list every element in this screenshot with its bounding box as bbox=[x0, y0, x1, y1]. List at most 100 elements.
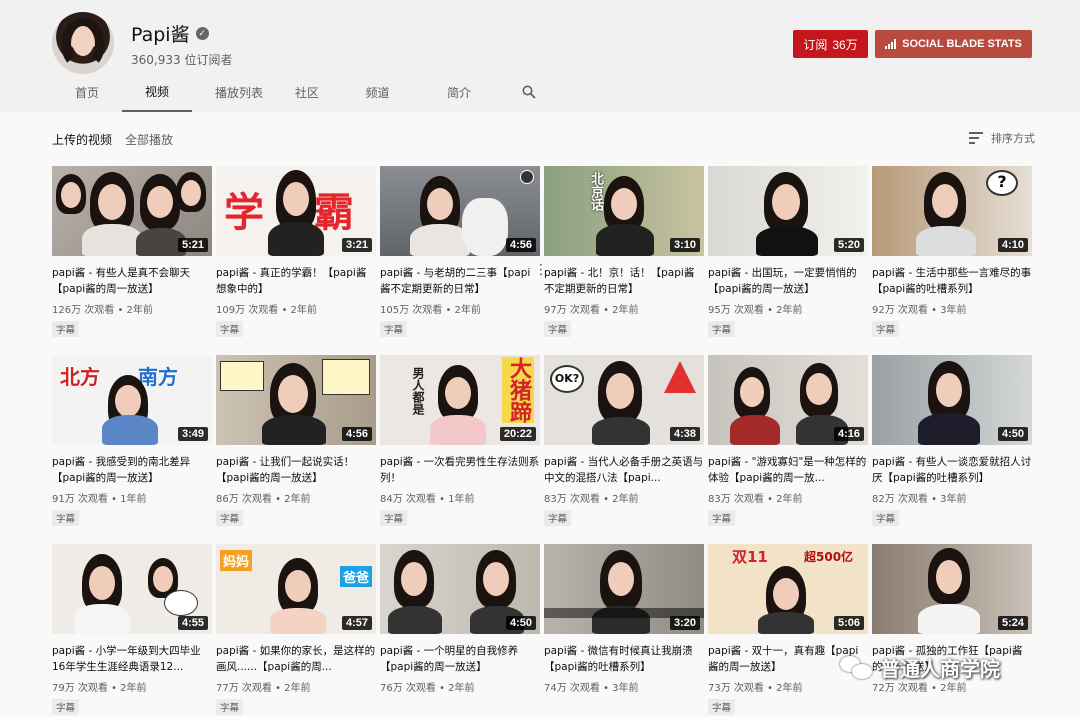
video-title[interactable]: papi酱 - 有些人一谈恋爱就招人讨厌【papi酱的吐槽系列】 bbox=[872, 454, 1032, 486]
video-thumbnail[interactable]: 北京话 3:10 bbox=[544, 166, 704, 256]
video-meta: 84万 次观看 • 1年前 bbox=[380, 494, 475, 505]
bar-chart-icon bbox=[885, 39, 897, 49]
video-title[interactable]: papi酱 - 一次看完男性生存法则系列！ bbox=[380, 454, 540, 486]
video-card[interactable]: OK? 4:38 papi酱 - 当代人必备手册之英语与中文的混搭八法【papi… bbox=[544, 355, 704, 526]
video-thumbnail[interactable]: 4:50 bbox=[872, 355, 1032, 445]
video-meta: 92万 次观看 • 3年前 bbox=[872, 305, 967, 316]
thumbnail-caption: 超500亿 bbox=[804, 550, 854, 564]
play-all-link[interactable]: 全部播放 bbox=[125, 131, 173, 148]
video-thumbnail[interactable]: 妈妈 爸爸 4:57 bbox=[216, 544, 376, 634]
video-card[interactable]: 4:56 papi酱 - 让我们一起说实话！【papi酱的周一放送】 86万 次… bbox=[216, 355, 376, 526]
video-duration: 4:16 bbox=[833, 427, 864, 441]
tab-community[interactable]: 社区 bbox=[286, 72, 328, 112]
thumbnail-caption: 双11 bbox=[732, 548, 768, 566]
video-title[interactable]: papi酱 - 让我们一起说实话！【papi酱的周一放送】 bbox=[216, 454, 376, 486]
video-card[interactable]: 男人都是 大猪蹄 20:22 papi酱 - 一次看完男性生存法则系列！ 84万… bbox=[380, 355, 540, 526]
video-thumbnail[interactable]: ? 4:10 bbox=[872, 166, 1032, 256]
video-card[interactable]: 北京话 3:10 papi酱 - 北！京！话！【papi酱不定期更新的日常】 9… bbox=[544, 166, 704, 337]
video-thumbnail[interactable]: 北方 南方 3:49 bbox=[52, 355, 212, 445]
video-thumbnail[interactable]: 4:55 bbox=[52, 544, 212, 634]
upload-age: 2年前 bbox=[284, 494, 311, 505]
video-title[interactable]: papi酱 - 真正的学霸！【papi酱想象中的】 bbox=[216, 265, 376, 297]
video-title[interactable]: papi酱 - 我感受到的南北差异【papi酱的周一放送】 bbox=[52, 454, 212, 486]
video-thumbnail[interactable]: 男人都是 大猪蹄 20:22 bbox=[380, 355, 540, 445]
video-card[interactable]: 双11 超500亿 5:06 papi酱 - 双十一，真有趣【papi酱的周一放… bbox=[708, 544, 868, 715]
upload-age: 2年前 bbox=[126, 305, 153, 316]
video-thumbnail[interactable]: 4:56 bbox=[380, 166, 540, 256]
caption-badge: 字幕 bbox=[872, 510, 900, 526]
video-title[interactable]: papi酱 - 微信有时候真让我崩溃【papi酱的吐槽系列】 bbox=[544, 643, 704, 675]
caption-badge: 字幕 bbox=[708, 699, 736, 715]
view-count: 79万 次观看 bbox=[52, 683, 108, 694]
thumbnail-caption: 大猪蹄 bbox=[502, 357, 534, 423]
video-title[interactable]: papi酱 - 当代人必备手册之英语与中文的混搭八法【papi... bbox=[544, 454, 704, 486]
caption-badge: 字幕 bbox=[216, 321, 244, 337]
thumbnail-caption: 妈妈 bbox=[220, 550, 253, 571]
video-duration: 5:21 bbox=[177, 238, 208, 252]
video-thumbnail[interactable]: 5:24 bbox=[872, 544, 1032, 634]
video-thumbnail[interactable]: 4:16 bbox=[708, 355, 868, 445]
video-title[interactable]: papi酱 - 生活中那些一言难尽的事【papi酱的吐槽系列】 bbox=[872, 265, 1032, 297]
video-duration: 4:38 bbox=[669, 427, 700, 441]
video-title[interactable]: papi酱 - 一个明星的自我修养【papi酱的周一放送】 bbox=[380, 643, 540, 675]
tab-home[interactable]: 首页 bbox=[52, 72, 122, 112]
upload-age: 1年前 bbox=[120, 494, 147, 505]
caption-badge: 字幕 bbox=[708, 321, 736, 337]
video-meta: 79万 次观看 • 2年前 bbox=[52, 683, 147, 694]
view-count: 83万 次观看 bbox=[544, 494, 600, 505]
video-title[interactable]: papi酱 - 出国玩，一定要悄悄的【papi酱的周一放送】 bbox=[708, 265, 868, 297]
video-title[interactable]: papi酱 - 如果你的家长，是这样的画风......【papi酱的周... bbox=[216, 643, 376, 675]
video-thumbnail[interactable]: 5:21 bbox=[52, 166, 212, 256]
video-thumbnail[interactable]: 双11 超500亿 5:06 bbox=[708, 544, 868, 634]
video-thumbnail[interactable]: OK? 4:38 bbox=[544, 355, 704, 445]
video-title[interactable]: papi酱 - 北！京！话！【papi酱不定期更新的日常】 bbox=[544, 265, 704, 297]
caption-badge: 字幕 bbox=[708, 510, 736, 526]
caption-badge: 字幕 bbox=[380, 321, 408, 337]
video-card[interactable]: ? 4:10 papi酱 - 生活中那些一言难尽的事【papi酱的吐槽系列】 9… bbox=[872, 166, 1032, 337]
video-thumbnail[interactable]: 5:20 bbox=[708, 166, 868, 256]
tab-channels[interactable]: 频道 bbox=[328, 72, 427, 112]
channel-avatar[interactable] bbox=[52, 12, 114, 74]
sort-menu[interactable]: 排序方式 bbox=[969, 130, 1035, 146]
video-duration: 4:50 bbox=[997, 427, 1028, 441]
video-card[interactable]: 5:21 papi酱 - 有些人是真不会聊天【papi酱的周一放送】 126万 … bbox=[52, 166, 212, 337]
video-title[interactable]: papi酱 - 小学一年级到大四毕业 16年学生生涯经典语录12... bbox=[52, 643, 212, 675]
wechat-icon bbox=[840, 655, 874, 680]
video-card[interactable]: 北方 南方 3:49 papi酱 - 我感受到的南北差异【papi酱的周一放送】… bbox=[52, 355, 212, 526]
view-count: 74万 次观看 bbox=[544, 683, 600, 694]
video-card[interactable]: 4:16 papi酱 - "游戏寡妇"是一种怎样的体验【papi酱的周一放...… bbox=[708, 355, 868, 526]
subscribe-button[interactable]: 订阅 36万 bbox=[793, 30, 868, 58]
caption-badge: 字幕 bbox=[380, 510, 408, 526]
channel-name-text: Papi酱 bbox=[131, 24, 190, 46]
subscribe-label: 订阅 bbox=[803, 37, 828, 52]
video-card[interactable]: 3:20 papi酱 - 微信有时候真让我崩溃【papi酱的吐槽系列】 74万 … bbox=[544, 544, 704, 694]
video-title[interactable]: papi酱 - 有些人是真不会聊天【papi酱的周一放送】 bbox=[52, 265, 212, 297]
tab-playlists[interactable]: 播放列表 bbox=[192, 72, 286, 112]
upload-age: 2年前 bbox=[290, 305, 317, 316]
video-card[interactable]: 4:56 papi酱 - 与老胡的二三事【papi酱不定期更新的日常】 105万… bbox=[380, 166, 548, 337]
video-thumbnail[interactable]: 学 霸 3:21 bbox=[216, 166, 376, 256]
video-card[interactable]: 4:50 papi酱 - 一个明星的自我修养【papi酱的周一放送】 76万 次… bbox=[380, 544, 540, 694]
video-title[interactable]: papi酱 - 与老胡的二三事【papi酱不定期更新的日常】 bbox=[380, 265, 540, 297]
video-card[interactable]: 学 霸 3:21 papi酱 - 真正的学霸！【papi酱想象中的】 109万 … bbox=[216, 166, 376, 337]
video-title[interactable]: papi酱 - "游戏寡妇"是一种怎样的体验【papi酱的周一放... bbox=[708, 454, 868, 486]
video-thumbnail[interactable]: 4:50 bbox=[380, 544, 540, 634]
caption-badge: 字幕 bbox=[544, 321, 572, 337]
search-icon[interactable] bbox=[491, 72, 566, 112]
video-card[interactable]: 4:55 papi酱 - 小学一年级到大四毕业 16年学生生涯经典语录12...… bbox=[52, 544, 212, 715]
caption-badge: 字幕 bbox=[52, 510, 80, 526]
video-duration: 4:10 bbox=[997, 238, 1028, 252]
video-thumbnail[interactable]: 3:20 bbox=[544, 544, 704, 634]
video-card[interactable]: 5:20 papi酱 - 出国玩，一定要悄悄的【papi酱的周一放送】 95万 … bbox=[708, 166, 868, 337]
video-card[interactable]: 4:50 papi酱 - 有些人一谈恋爱就招人讨厌【papi酱的吐槽系列】 82… bbox=[872, 355, 1032, 526]
tab-about[interactable]: 简介 bbox=[427, 72, 491, 112]
view-count: 72万 次观看 bbox=[872, 683, 928, 694]
video-thumbnail[interactable]: 4:56 bbox=[216, 355, 376, 445]
upload-age: 2年前 bbox=[120, 683, 147, 694]
caption-badge: 字幕 bbox=[52, 321, 80, 337]
video-meta: 77万 次观看 • 2年前 bbox=[216, 683, 311, 694]
social-blade-button[interactable]: SOCIAL BLADE STATS bbox=[875, 30, 1032, 58]
video-card[interactable]: 妈妈 爸爸 4:57 papi酱 - 如果你的家长，是这样的画风......【p… bbox=[216, 544, 376, 715]
video-meta: 105万 次观看 • 2年前 bbox=[380, 305, 481, 316]
tab-videos[interactable]: 视频 bbox=[122, 72, 192, 112]
